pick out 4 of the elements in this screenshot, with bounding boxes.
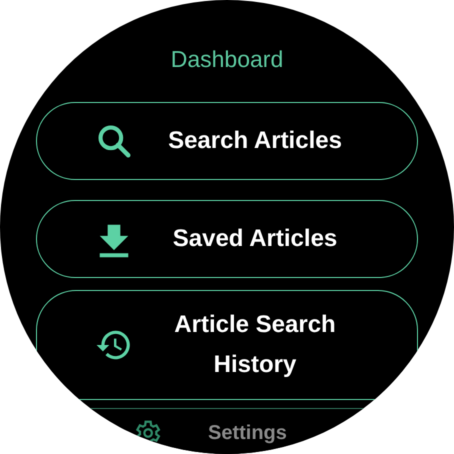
menu-button[interactable]: Saved Articles bbox=[36, 200, 418, 278]
screen-title: Dashboard bbox=[170, 45, 284, 74]
menu-button[interactable]: Search Articles bbox=[36, 102, 418, 180]
menu-button[interactable]: Article Search History bbox=[36, 290, 418, 400]
